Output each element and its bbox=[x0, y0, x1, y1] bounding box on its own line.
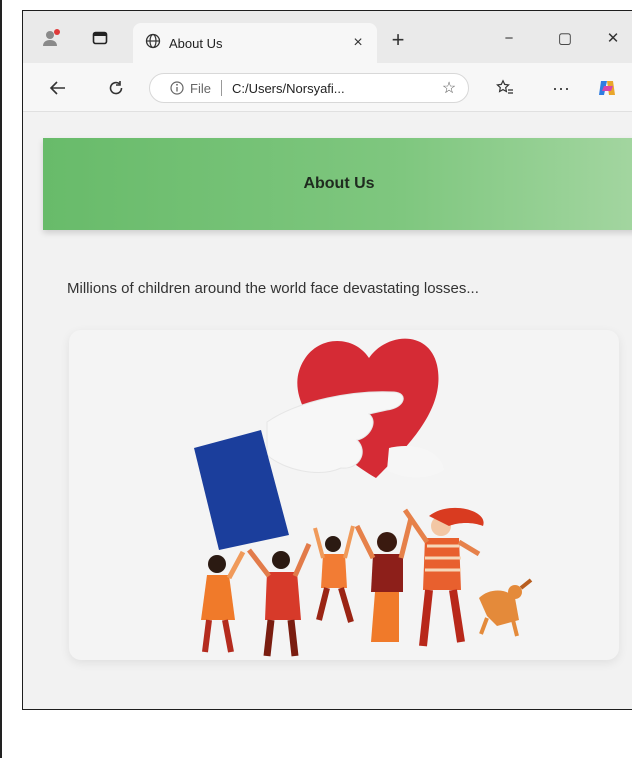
page-content: About Us Millions of children around the… bbox=[23, 112, 632, 709]
tab-close-icon[interactable]: × bbox=[347, 32, 369, 54]
address-url[interactable]: C:/Users/Norsyafi... bbox=[232, 81, 438, 96]
browser-toolbar: File C:/Users/Norsyafi... ☆ ··· bbox=[23, 63, 632, 112]
intro-text: Millions of children around the world fa… bbox=[67, 280, 479, 297]
tab-strip: About Us × + − ▢ ✕ bbox=[23, 11, 632, 63]
tab-about-us[interactable]: About Us × bbox=[133, 23, 377, 63]
site-info-label: File bbox=[190, 80, 211, 96]
page-header: About Us bbox=[43, 138, 632, 230]
charity-illustration bbox=[194, 338, 533, 657]
refresh-icon[interactable] bbox=[103, 75, 129, 101]
tab-title: About Us bbox=[169, 35, 223, 51]
illustration-card bbox=[69, 330, 619, 660]
globe-icon bbox=[145, 33, 161, 54]
minimize-button[interactable]: − bbox=[495, 25, 523, 51]
back-icon[interactable] bbox=[45, 75, 71, 101]
favorite-star-icon[interactable]: ☆ bbox=[438, 77, 460, 99]
site-info-button[interactable]: File bbox=[170, 81, 211, 96]
more-icon[interactable]: ··· bbox=[549, 76, 573, 100]
profile-icon[interactable] bbox=[41, 27, 63, 49]
close-window-button[interactable]: ✕ bbox=[599, 25, 627, 51]
copilot-icon[interactable] bbox=[595, 76, 619, 100]
frame-left-edge bbox=[0, 0, 2, 758]
new-tab-button[interactable]: + bbox=[385, 27, 411, 53]
browser-window: About Us × + − ▢ ✕ File C:/Users/Norsyaf… bbox=[22, 10, 632, 710]
address-bar[interactable]: File C:/Users/Norsyafi... ☆ bbox=[149, 73, 469, 103]
maximize-button[interactable]: ▢ bbox=[551, 25, 579, 51]
info-icon bbox=[170, 81, 184, 95]
favorites-icon[interactable] bbox=[493, 76, 517, 100]
tab-actions-icon[interactable] bbox=[89, 27, 111, 49]
address-separator bbox=[220, 80, 222, 96]
page-title: About Us bbox=[303, 175, 375, 192]
